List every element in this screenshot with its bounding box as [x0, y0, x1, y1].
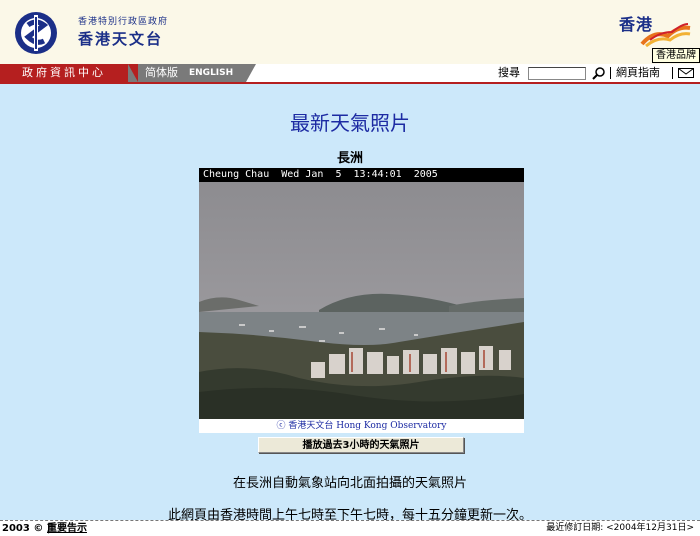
nav-separator: [672, 67, 673, 79]
footer: 2003 © | 重要告示 最近修訂日期: <2004年12月31日>: [0, 521, 700, 536]
sitemap-link[interactable]: 網頁指南: [616, 64, 660, 82]
weather-photo: Cheung Chau Wed Jan 5 13:44:01 2005 ⓒ 香港…: [199, 168, 524, 433]
weather-photo-image: [199, 182, 524, 419]
hko-logo-icon[interactable]: [10, 11, 66, 55]
mail-icon[interactable]: [678, 68, 694, 78]
important-notice-link[interactable]: 重要告示: [47, 521, 87, 536]
nav-divider-end: [246, 64, 256, 82]
nav-separator: [610, 67, 611, 79]
station-name: 長洲: [336, 151, 363, 166]
play-past-3-hours-button[interactable]: 播放過去3小時的天氣照片: [258, 437, 464, 453]
english-link[interactable]: ENGLISH: [189, 64, 233, 82]
brand-tooltip: 香港品牌: [652, 48, 700, 63]
search-icon[interactable]: [592, 66, 606, 80]
gov-name: 香港特別行政區政府: [78, 17, 169, 27]
page-title: 最新天氣照片: [290, 111, 410, 135]
main-content: 最新天氣照片 長洲 Cheung Chau Wed Jan 5 13:44:01…: [0, 84, 700, 523]
org-name: 香港天文台: [78, 30, 164, 48]
header: 香港特別行政區政府 香港天文台 香港 香港品牌: [0, 0, 700, 64]
nav-divider: [128, 64, 138, 82]
simplified-link[interactable]: 简体版: [145, 64, 178, 82]
revision-date: 最近修訂日期: <2004年12月31日>: [546, 523, 694, 533]
search-input[interactable]: [528, 67, 586, 80]
nav-bar: 政府資訊中心 简体版 ENGLISH 搜尋 網頁指南: [0, 64, 700, 84]
camera-caption: Cheung Chau Wed Jan 5 13:44:01 2005: [199, 168, 524, 182]
dragon-icon[interactable]: [640, 22, 692, 48]
copyright-icon[interactable]: ©: [33, 523, 43, 534]
footer-year: 2003 © |: [2, 523, 51, 534]
gov-info-link[interactable]: 政府資訊中心: [0, 64, 132, 82]
photo-credit: ⓒ 香港天文台 Hong Kong Observatory: [276, 421, 447, 431]
photo-description: 在長洲自動氣象站向北面拍攝的天氣照片: [232, 476, 467, 491]
search-label: 搜尋: [498, 66, 520, 79]
